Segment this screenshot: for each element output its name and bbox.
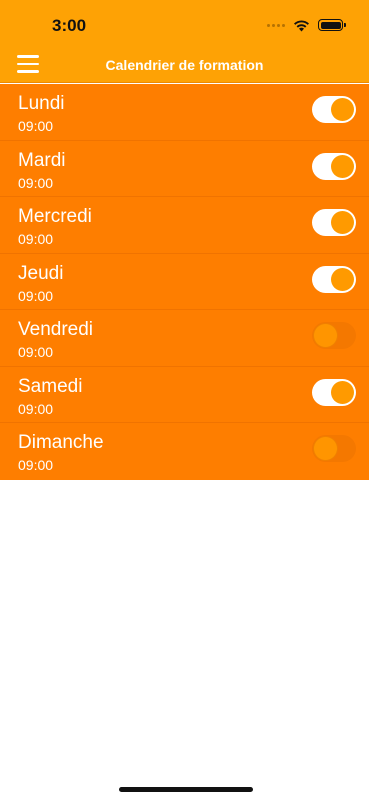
day-row: Jeudi 09:00 [0, 254, 369, 310]
home-indicator[interactable] [119, 787, 253, 792]
day-label: Mardi [18, 149, 66, 171]
schedule-list: Lundi 09:00 Mardi 09:00 Mercredi 09:00 J… [0, 84, 369, 480]
day-label: Mercredi [18, 206, 92, 227]
day-toggle[interactable] [312, 378, 356, 406]
day-row: Samedi 09:00 [0, 367, 369, 423]
day-toggle[interactable] [312, 209, 356, 236]
toggle-knob [331, 380, 354, 404]
time-label[interactable]: 09:00 [18, 231, 53, 247]
navigation-header: 3:00 Calendrier de formation [0, 0, 369, 83]
day-row: Mardi 09:00 [0, 141, 369, 197]
day-toggle[interactable] [312, 322, 356, 349]
status-time: 3:00 [52, 16, 87, 35]
status-icons [267, 17, 346, 33]
day-row: Mercredi 09:00 [0, 197, 369, 254]
day-toggle[interactable] [312, 152, 356, 180]
time-label[interactable]: 09:00 [18, 288, 53, 304]
day-row: Vendredi 09:00 [0, 310, 369, 367]
day-label: Vendredi [18, 319, 94, 340]
toggle-knob [331, 267, 354, 291]
app-screen: 3:00 Calendrier de formation Lundi 09:00 [0, 0, 369, 800]
day-row: Lundi 09:00 [0, 84, 369, 141]
day-label: Dimanche [18, 432, 104, 453]
signal-dots-icon [267, 23, 285, 27]
time-label[interactable]: 09:00 [18, 457, 53, 473]
toggle-knob [314, 324, 337, 347]
time-label[interactable]: 09:00 [18, 175, 53, 191]
toggle-knob [314, 437, 337, 460]
toggle-knob [331, 211, 354, 234]
day-row: Dimanche 09:00 [0, 423, 369, 480]
battery-icon [318, 19, 346, 31]
page-title: Calendrier de formation [105, 57, 264, 73]
day-label: Jeudi [18, 262, 64, 284]
wifi-icon [294, 19, 309, 31]
day-toggle[interactable] [312, 265, 356, 293]
day-label: Lundi [18, 93, 65, 114]
time-label[interactable]: 09:00 [18, 344, 53, 360]
day-toggle[interactable] [312, 96, 356, 123]
day-toggle[interactable] [312, 435, 356, 462]
time-label[interactable]: 09:00 [18, 401, 53, 417]
time-label[interactable]: 09:00 [18, 118, 53, 134]
toggle-knob [331, 154, 354, 178]
day-label: Samedi [18, 375, 83, 397]
toggle-knob [331, 98, 354, 121]
